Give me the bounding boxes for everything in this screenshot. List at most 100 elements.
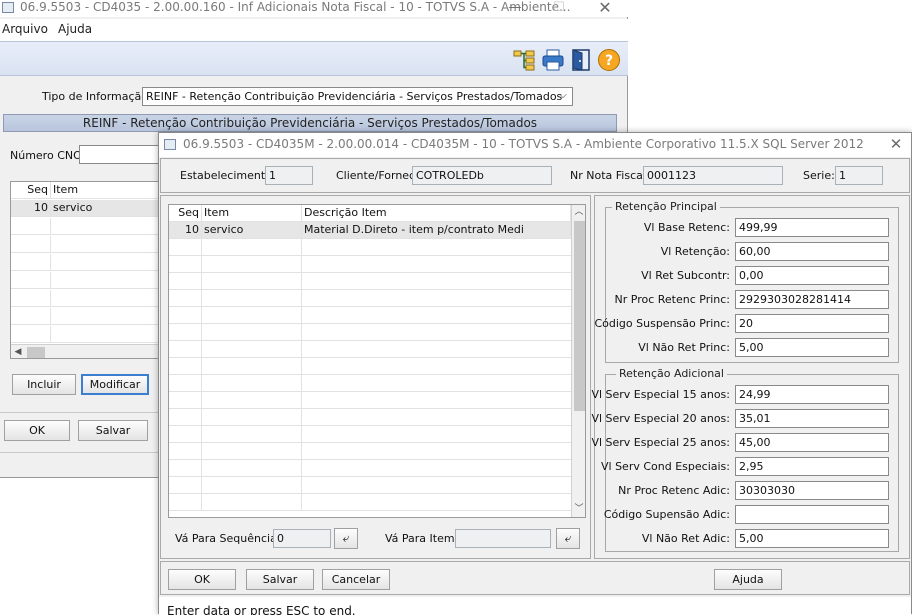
cell-descricao: Material D.Direto - item p/contrato Medi [302, 222, 571, 239]
nota-fiscal-label: Nr Nota Fiscal: [570, 169, 650, 182]
vl-ret-subcontr-label: Vl Ret Subcontr: [641, 269, 730, 282]
table-row-empty[interactable] [169, 494, 571, 511]
go-arrow-icon[interactable]: ⤶ [556, 528, 580, 549]
numero-cno-input[interactable] [79, 145, 161, 164]
codigo-suspensao-princ-input[interactable]: 20 [735, 314, 889, 333]
tree-icon[interactable] [512, 48, 536, 72]
front-titlebar[interactable]: 06.9.5503 - CD4035M - 2.00.00.014 - CD40… [159, 133, 911, 157]
tipo-informacao-select[interactable]: REINF - Retenção Contribuição Previdenci… [142, 87, 573, 106]
front-window-title: 06.9.5503 - CD4035M - 2.00.00.014 - CD40… [183, 137, 864, 151]
vl-nao-ret-adic-label: Vl Não Ret Adic: [641, 532, 730, 545]
vl-serv-especial-15-input[interactable]: 24,99 [735, 385, 889, 404]
back-salvar-button[interactable]: Salvar [78, 420, 148, 441]
scroll-left-icon[interactable]: ◀ [11, 345, 25, 358]
cliente-fornec-label: Cliente/Fornec: [336, 169, 419, 182]
cliente-fornec-field[interactable]: COTROLEDb [412, 166, 552, 185]
table-row-empty[interactable] [169, 256, 571, 273]
table-row-empty[interactable] [169, 358, 571, 375]
close-icon[interactable]: ✕ [881, 137, 911, 154]
table-row[interactable]: 10 servico [11, 200, 159, 217]
ok-button[interactable]: OK [168, 569, 236, 590]
ajuda-button[interactable]: Ajuda [714, 569, 782, 590]
close-icon[interactable]: ✕ [590, 0, 620, 17]
table-row-empty[interactable] [11, 254, 159, 271]
vertical-scrollbar[interactable]: ︿ ﹀ [571, 205, 585, 517]
table-row-empty[interactable] [11, 290, 159, 307]
vl-nao-ret-princ-input[interactable]: 5,00 [735, 338, 889, 357]
vl-base-retenc-input[interactable]: 499,99 [735, 218, 889, 237]
menu-arquivo[interactable]: Arquivo [2, 22, 48, 36]
maximize-icon[interactable]: ☐ [544, 0, 574, 17]
nr-proc-retenc-princ-label: Nr Proc Retenc Princ: [614, 293, 731, 306]
vl-serv-especial-20-input[interactable]: 35,01 [735, 409, 889, 428]
va-para-item-input[interactable] [455, 529, 551, 548]
table-row-empty[interactable] [169, 443, 571, 460]
serie-label: Serie: [803, 169, 835, 182]
vl-nao-ret-adic-input[interactable]: 5,00 [735, 529, 889, 548]
nota-fiscal-field[interactable]: 0001123 [643, 166, 783, 185]
chevron-down-icon[interactable]: ⌵ [554, 88, 572, 105]
scroll-thumb[interactable] [27, 347, 45, 358]
cancelar-button[interactable]: Cancelar [322, 569, 390, 590]
exit-door-icon[interactable] [569, 48, 593, 72]
column-header-descricao[interactable]: Descrição Item [302, 205, 571, 222]
table-row-empty[interactable] [169, 409, 571, 426]
table-row-empty[interactable] [169, 290, 571, 307]
table-row-empty[interactable] [11, 236, 159, 253]
print-icon[interactable] [541, 48, 565, 72]
va-para-sequencia-label: Vá Para Sequência: [175, 532, 281, 545]
vl-serv-cond-especiais-label: Vl Serv Cond Especiais: [601, 460, 730, 473]
column-header-seq[interactable]: Seq [11, 182, 51, 199]
go-arrow-icon[interactable]: ⤶ [334, 528, 358, 549]
help-icon[interactable]: ? [597, 48, 621, 72]
table-row-empty[interactable] [169, 341, 571, 358]
table-row-empty[interactable] [169, 426, 571, 443]
menu-ajuda[interactable]: Ajuda [58, 22, 92, 36]
incluir-button[interactable]: Incluir [12, 374, 76, 395]
column-header-item[interactable]: Item [51, 182, 159, 199]
codigo-supensao-adic-input[interactable] [735, 505, 889, 524]
table-row-empty[interactable] [169, 324, 571, 341]
table-row-empty[interactable] [11, 326, 159, 343]
table-row-empty[interactable] [169, 375, 571, 392]
horizontal-scrollbar[interactable]: ◀ [11, 344, 159, 358]
scroll-up-icon[interactable]: ︿ [572, 205, 585, 219]
front-item-grid[interactable]: Seq Item Descrição Item 10 servico Mater… [168, 204, 586, 518]
table-row-empty[interactable] [169, 239, 571, 256]
vl-serv-especial-25-input[interactable]: 45,00 [735, 433, 889, 452]
estabelecimento-field[interactable]: 1 [265, 166, 313, 185]
serie-field[interactable]: 1 [835, 166, 883, 185]
vl-ret-subcontr-input[interactable]: 0,00 [735, 266, 889, 285]
table-row-empty[interactable] [169, 392, 571, 409]
grid-header-row: Seq Item [11, 182, 159, 199]
vl-retencao-input[interactable]: 60,00 [735, 242, 889, 261]
scroll-down-icon[interactable]: ﹀ [572, 502, 585, 516]
salvar-button[interactable]: Salvar [246, 569, 314, 590]
table-row-empty[interactable] [169, 273, 571, 290]
column-header-item[interactable]: Item [202, 205, 302, 222]
table-row-empty[interactable] [169, 307, 571, 324]
back-item-grid[interactable]: Seq Item 10 servico ◀ [10, 181, 160, 359]
item-panel: Seq Item Descrição Item 10 servico Mater… [160, 195, 591, 559]
modificar-button[interactable]: Modificar [81, 374, 149, 395]
nr-proc-retenc-princ-input[interactable]: 2929303028281414 [735, 290, 889, 309]
vl-serv-cond-especiais-input[interactable]: 2,95 [735, 457, 889, 476]
table-row-empty[interactable] [169, 460, 571, 477]
table-row-empty[interactable] [11, 218, 159, 235]
table-row-empty[interactable] [11, 272, 159, 289]
scroll-thumb[interactable] [574, 221, 585, 411]
tipo-informacao-label: Tipo de Informação: [42, 90, 152, 103]
cell-seq: 10 [169, 222, 202, 239]
table-row[interactable]: 10 servico Material D.Direto - item p/co… [169, 222, 571, 239]
column-header-seq[interactable]: Seq [169, 205, 202, 222]
vl-base-retenc-label: Vl Base Retenc: [643, 221, 730, 234]
table-row-empty[interactable] [169, 477, 571, 494]
minimize-icon[interactable]: — [500, 0, 530, 17]
back-ok-button[interactable]: OK [4, 420, 70, 441]
back-titlebar[interactable]: 06.9.5503 - CD4035 - 2.00.00.160 - Inf A… [0, 0, 628, 17]
table-row-empty[interactable] [11, 308, 159, 325]
va-para-sequencia-input[interactable]: 0 [273, 529, 331, 548]
grid-header-row: Seq Item Descrição Item [169, 205, 571, 222]
nr-proc-retenc-adic-input[interactable]: 30303030 [735, 481, 889, 500]
app-icon [2, 2, 14, 13]
